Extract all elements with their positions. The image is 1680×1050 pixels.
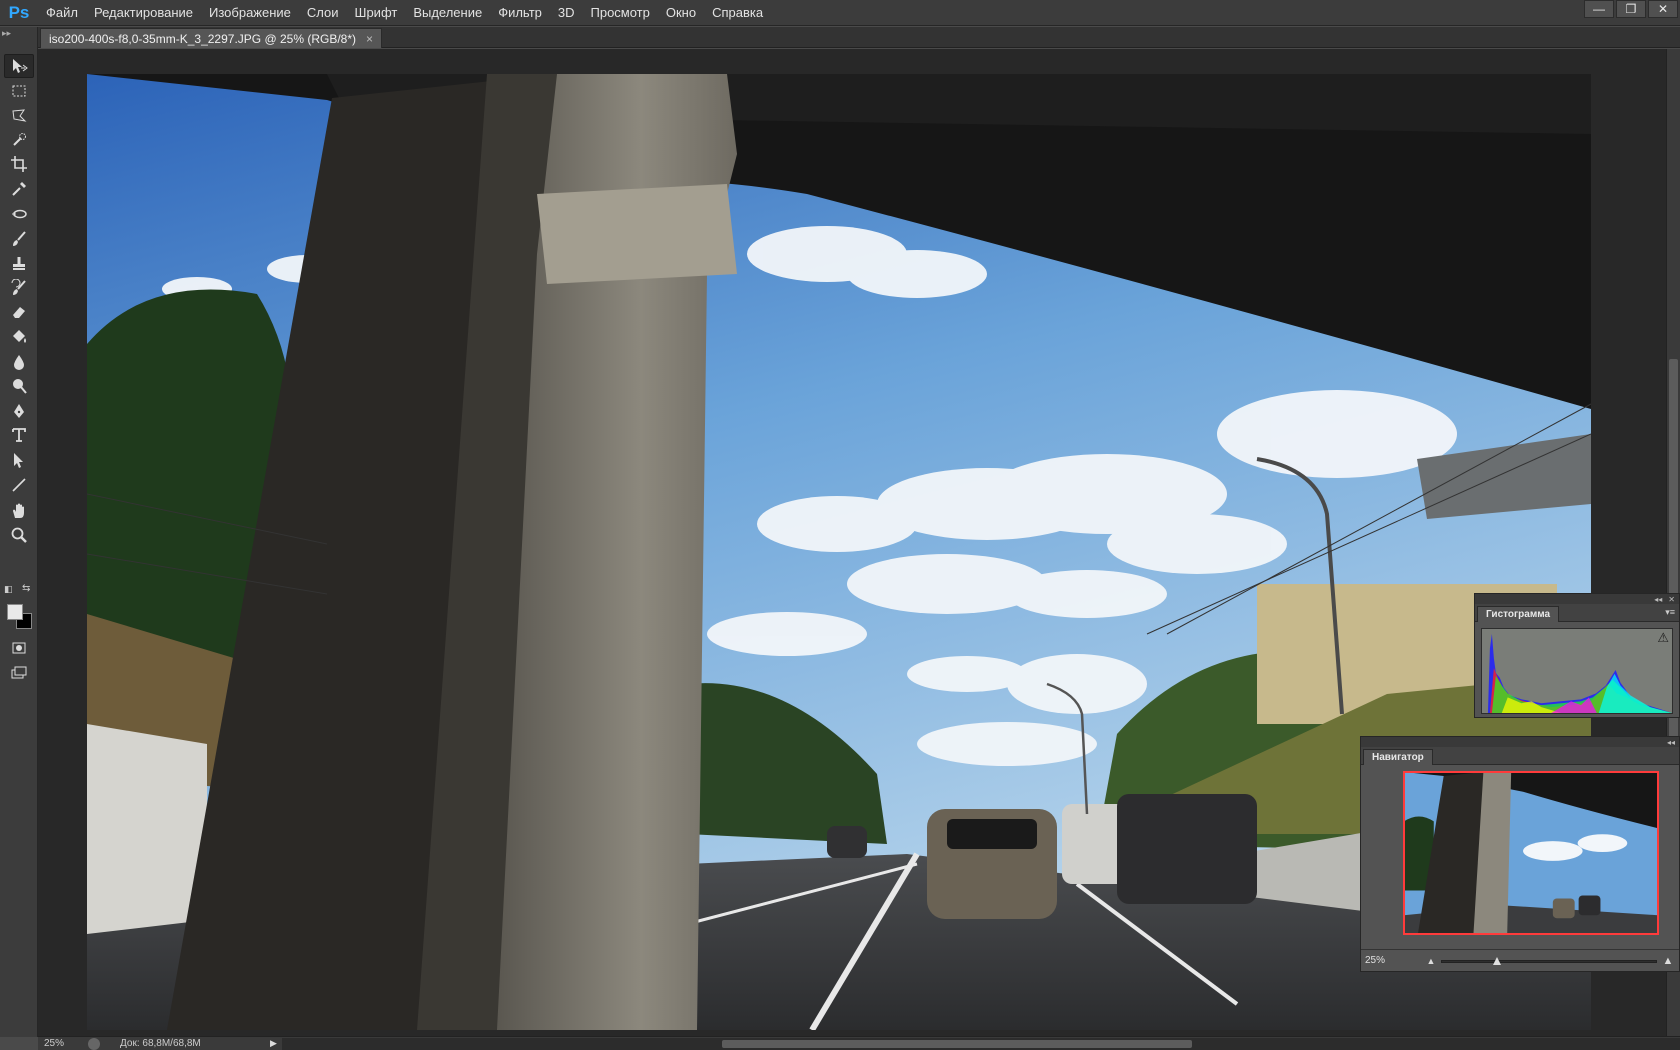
zoom-in-icon[interactable]: ▲ bbox=[1657, 955, 1679, 967]
crop-tool-icon[interactable] bbox=[4, 152, 34, 176]
pen-tool-icon[interactable] bbox=[4, 399, 34, 423]
menu-type[interactable]: Шрифт bbox=[347, 0, 406, 26]
dodge-tool-icon[interactable] bbox=[4, 374, 34, 398]
document-tab-close-icon[interactable]: × bbox=[366, 32, 373, 46]
quick-selection-tool-icon[interactable] bbox=[4, 128, 34, 152]
tab-navigator[interactable]: Навигатор bbox=[1363, 749, 1433, 765]
cache-warning-icon[interactable]: ⚠ bbox=[1657, 630, 1669, 646]
zoom-out-icon[interactable]: ▲ bbox=[1421, 956, 1441, 966]
toolbar-collapse-icon[interactable]: ▸▸ bbox=[2, 28, 11, 39]
histogram-panel-tabs: Гистограмма ▾≡ bbox=[1475, 604, 1679, 622]
menu-view[interactable]: Просмотр bbox=[583, 0, 658, 26]
menu-bar: Ps Файл Редактирование Изображение Слои … bbox=[0, 0, 1680, 26]
panel-menu-icon[interactable]: ▾≡ bbox=[1665, 607, 1675, 618]
restore-button[interactable]: ❐ bbox=[1616, 0, 1646, 18]
document-tab-title: iso200-400s-f8,0-35mm-K_3_2297.JPG @ 25%… bbox=[49, 31, 356, 46]
eraser-tool-icon[interactable] bbox=[4, 300, 34, 324]
window-controls: — ❐ ✕ bbox=[1582, 0, 1678, 20]
status-zoom-level[interactable]: 25% bbox=[38, 1038, 88, 1049]
navigator-controls: 25% ▲ ▲ bbox=[1361, 949, 1679, 971]
navigator-zoom-slider[interactable] bbox=[1441, 955, 1657, 967]
menu-image[interactable]: Изображение bbox=[201, 0, 299, 26]
menu-3d[interactable]: 3D bbox=[550, 0, 583, 26]
menu-edit[interactable]: Редактирование bbox=[86, 0, 201, 26]
tab-histogram[interactable]: Гистограмма bbox=[1477, 606, 1560, 622]
default-colors-icon[interactable]: ◧ bbox=[4, 584, 13, 595]
tools-panel: ▸▸ ◧ ⇆ bbox=[0, 27, 38, 1037]
panel-collapse-icon[interactable]: ◂◂ bbox=[1667, 738, 1675, 747]
close-button[interactable]: ✕ bbox=[1648, 0, 1678, 18]
panel-header: ◂◂ ✕ bbox=[1475, 594, 1679, 604]
history-brush-tool-icon[interactable] bbox=[4, 276, 34, 300]
horizontal-scrollbar-thumb[interactable] bbox=[722, 1039, 1192, 1048]
panel-collapse-icon[interactable]: ◂◂ bbox=[1654, 595, 1662, 604]
navigator-slider-track bbox=[1441, 959, 1657, 963]
document-tabs-bar: iso200-400s-f8,0-35mm-K_3_2297.JPG @ 25%… bbox=[38, 27, 1680, 48]
line-tool-icon[interactable] bbox=[4, 473, 34, 497]
status-document-size: Док: 68,8M/68,8M bbox=[120, 1038, 201, 1049]
marquee-tool-icon[interactable] bbox=[4, 79, 34, 103]
document-tab[interactable]: iso200-400s-f8,0-35mm-K_3_2297.JPG @ 25%… bbox=[40, 28, 383, 48]
brush-tool-icon[interactable] bbox=[4, 227, 34, 251]
menu-filter[interactable]: Фильтр bbox=[490, 0, 550, 26]
menu-layers[interactable]: Слои bbox=[299, 0, 347, 26]
swap-colors-icon[interactable]: ⇆ bbox=[22, 583, 30, 594]
photoshop-logo: Ps bbox=[8, 2, 30, 22]
panel-close-icon[interactable]: ✕ bbox=[1668, 595, 1675, 604]
menu-select[interactable]: Выделение bbox=[405, 0, 490, 26]
color-swatches bbox=[5, 602, 33, 632]
zoom-tool-icon[interactable] bbox=[4, 523, 34, 547]
status-info-icon[interactable] bbox=[88, 1037, 100, 1050]
blur-tool-icon[interactable] bbox=[4, 350, 34, 374]
status-bar: 25% Док: 68,8M/68,8M ▶ bbox=[38, 1036, 1680, 1050]
path-selection-tool-icon[interactable] bbox=[4, 448, 34, 472]
lasso-tool-icon[interactable] bbox=[4, 104, 34, 128]
foreground-color-swatch[interactable] bbox=[7, 604, 23, 620]
type-tool-icon[interactable] bbox=[4, 423, 34, 447]
eyedropper-tool-icon[interactable] bbox=[4, 177, 34, 201]
horizontal-scrollbar[interactable] bbox=[282, 1037, 1680, 1050]
quick-mask-icon[interactable] bbox=[4, 636, 34, 660]
status-menu-arrow-icon[interactable]: ▶ bbox=[270, 1038, 282, 1049]
screen-mode-icon[interactable] bbox=[4, 661, 34, 685]
histogram-panel: ◂◂ ✕ Гистограмма ▾≡ ⚠ bbox=[1474, 593, 1680, 718]
navigator-view-rectangle[interactable] bbox=[1403, 771, 1659, 935]
menu-window[interactable]: Окно bbox=[658, 0, 704, 26]
navigator-slider-handle[interactable] bbox=[1493, 956, 1502, 965]
move-tool-icon[interactable] bbox=[4, 54, 34, 78]
navigator-panel-tabs: Навигатор bbox=[1361, 747, 1679, 765]
spot-healing-tool-icon[interactable] bbox=[4, 202, 34, 226]
menu-file[interactable]: Файл bbox=[38, 0, 86, 26]
navigator-panel: ◂◂ Навигатор 25% ▲ ▲ bbox=[1360, 736, 1680, 972]
navigator-zoom-field[interactable]: 25% bbox=[1361, 955, 1421, 966]
hand-tool-icon[interactable] bbox=[4, 499, 34, 523]
clone-stamp-tool-icon[interactable] bbox=[4, 252, 34, 276]
menu-help[interactable]: Справка bbox=[704, 0, 771, 26]
histogram-graph bbox=[1481, 628, 1673, 714]
paint-bucket-tool-icon[interactable] bbox=[4, 325, 34, 349]
panel-header: ◂◂ bbox=[1361, 737, 1679, 747]
minimize-button[interactable]: — bbox=[1584, 0, 1614, 18]
